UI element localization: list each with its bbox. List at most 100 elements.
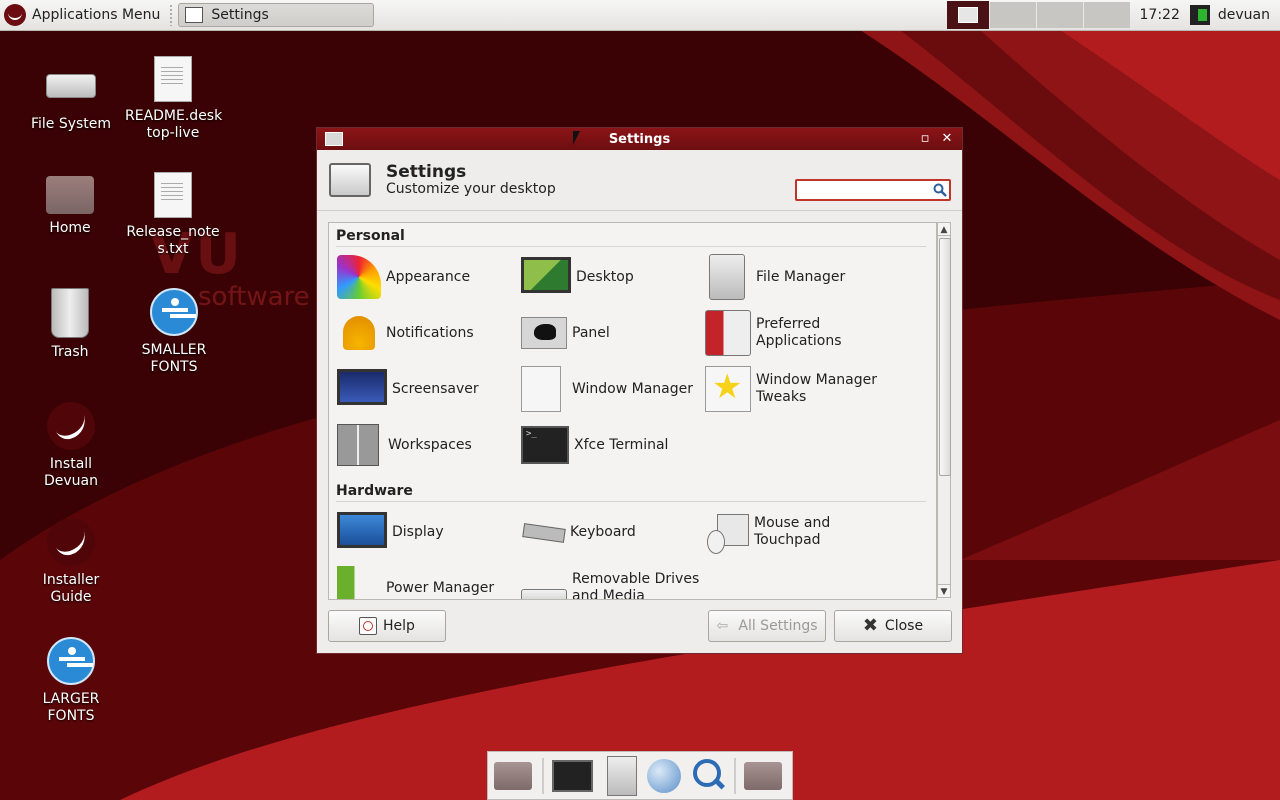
settings-item-label: Screensaver xyxy=(392,380,479,397)
document-icon xyxy=(154,172,192,218)
settings-item-label: Xfce Terminal xyxy=(574,436,669,453)
section-title-hardware: Hardware xyxy=(336,483,413,499)
search-field[interactable] xyxy=(795,179,951,201)
settings-window: Settings ▫ ✕ Settings Customize your des… xyxy=(316,127,963,654)
document-icon xyxy=(154,56,192,102)
desktop-icon-label: README.desk top-live xyxy=(125,108,223,141)
maximize-icon[interactable]: ▫ xyxy=(916,130,934,148)
keyboard-icon xyxy=(521,510,565,554)
workspace-1[interactable] xyxy=(988,2,1036,28)
dock-separator xyxy=(541,757,544,794)
header-title: Settings xyxy=(386,162,467,182)
settings-item-removable-drives[interactable]: Removable Drives and Media xyxy=(521,563,706,599)
desktop-icon-label: Trash xyxy=(51,344,89,360)
all-settings-button-label: All Settings xyxy=(738,618,818,634)
settings-list-scrollbar[interactable]: ▲ ▼ xyxy=(937,222,951,598)
settings-item-label: Panel xyxy=(572,324,610,341)
window-title: Settings xyxy=(608,131,671,147)
settings-manager-icon xyxy=(185,7,204,23)
scroll-down-arrow-icon[interactable]: ▼ xyxy=(937,584,951,598)
tray-settings-button[interactable] xyxy=(946,1,989,29)
preferred-applications-icon xyxy=(705,310,751,356)
accessibility-icon xyxy=(47,637,95,685)
panel-separator xyxy=(169,4,174,26)
search-icon[interactable] xyxy=(691,757,725,795)
settings-item-notifications[interactable]: Notifications xyxy=(337,308,522,358)
terminal-icon[interactable] xyxy=(551,759,594,792)
workspace-3[interactable] xyxy=(1082,2,1130,28)
scroll-up-arrow-icon[interactable]: ▲ xyxy=(937,222,951,236)
window-titlebar[interactable]: Settings ▫ ✕ xyxy=(317,128,962,150)
settings-manager-icon xyxy=(957,7,978,23)
close-icon[interactable]: ✕ xyxy=(938,130,956,148)
desktop-icon-label: Release_note s.txt xyxy=(126,224,220,257)
settings-item-xfce-terminal[interactable]: Xfce Terminal xyxy=(521,420,706,470)
top-panel: Applications Menu Settings 17:22 devuan xyxy=(0,0,1280,31)
section-divider xyxy=(336,246,926,247)
file-manager-icon xyxy=(709,254,745,300)
scrollbar-thumb[interactable] xyxy=(939,238,951,476)
clock[interactable]: 17:22 xyxy=(1130,7,1190,23)
desktop-icon-file-system[interactable]: File System xyxy=(23,60,119,133)
file-manager-icon[interactable] xyxy=(607,755,637,796)
web-browser-icon[interactable] xyxy=(647,758,681,793)
settings-item-label: Window Manager Tweaks xyxy=(756,372,878,405)
desktop-icon-home[interactable]: Home xyxy=(22,170,118,237)
settings-item-power-manager[interactable]: Power Manager xyxy=(337,563,522,599)
search-input[interactable] xyxy=(800,181,934,201)
window-manager-icon xyxy=(521,366,561,412)
terminal-icon xyxy=(521,426,569,464)
desktop-icon-install-devuan[interactable]: Install Devuan xyxy=(23,402,119,490)
workspace-2[interactable] xyxy=(1035,2,1083,28)
settings-item-panel[interactable]: Panel xyxy=(521,308,706,358)
desktop-icon-installer-guide[interactable]: Installer Guide xyxy=(23,518,119,606)
applications-menu-button[interactable]: Applications Menu xyxy=(0,0,166,30)
desktop-icon-readme[interactable]: README.desk top-live xyxy=(125,56,223,142)
desktop-icon-smaller-fonts[interactable]: SMALLER FONTS xyxy=(126,288,222,376)
mouse-icon xyxy=(705,510,749,554)
drive-icon xyxy=(46,74,96,98)
panel-icon xyxy=(521,317,567,349)
close-button[interactable]: ✖ Close xyxy=(834,610,952,642)
settings-item-display[interactable]: Display xyxy=(337,507,522,557)
folder-icon[interactable] xyxy=(744,761,782,790)
settings-item-workspaces[interactable]: Workspaces xyxy=(337,420,522,470)
settings-item-window-manager-tweaks[interactable]: Window Manager Tweaks xyxy=(705,364,890,414)
section-title-personal: Personal xyxy=(336,228,405,244)
header-subtitle: Customize your desktop xyxy=(386,181,556,197)
taskbar-button-settings[interactable]: Settings xyxy=(178,3,375,27)
desktop-icon-label: SMALLER FONTS xyxy=(141,342,207,375)
scrollbar-track[interactable] xyxy=(937,236,951,584)
settings-item-appearance[interactable]: Appearance xyxy=(337,252,522,302)
accessibility-icon xyxy=(150,288,198,336)
settings-list: Personal Appearance Desktop File Manager… xyxy=(328,222,937,600)
removable-drive-icon xyxy=(521,589,567,599)
settings-item-desktop[interactable]: Desktop xyxy=(521,252,706,302)
desktop-icon-trash[interactable]: Trash xyxy=(22,288,118,361)
desktop-icon-release-notes[interactable]: Release_note s.txt xyxy=(125,172,221,258)
settings-item-file-manager[interactable]: File Manager xyxy=(705,252,890,302)
settings-item-window-manager[interactable]: Window Manager xyxy=(521,364,706,414)
search-icon[interactable] xyxy=(933,183,947,197)
settings-item-screensaver[interactable]: Screensaver xyxy=(337,364,522,414)
settings-item-label: Preferred Applications xyxy=(756,316,842,349)
display-icon xyxy=(337,512,387,548)
settings-item-preferred-applications[interactable]: Preferred Applications xyxy=(705,308,890,358)
all-settings-button[interactable]: ⇦ All Settings xyxy=(708,610,826,642)
desktop-icon-larger-fonts[interactable]: LARGER FONTS xyxy=(23,637,119,725)
mouse-pointer-icon xyxy=(573,131,580,145)
settings-item-label: Display xyxy=(392,523,444,540)
user-switch-icon[interactable] xyxy=(1189,5,1210,25)
devuan-swirl-icon xyxy=(47,518,95,566)
home-folder-icon[interactable] xyxy=(494,761,532,790)
settings-item-keyboard[interactable]: Keyboard xyxy=(521,507,706,557)
settings-item-mouse-and-touchpad[interactable]: Mouse and Touchpad xyxy=(705,507,890,557)
desktop-icon-label: LARGER FONTS xyxy=(42,691,100,724)
settings-item-label: Mouse and Touchpad xyxy=(754,515,831,548)
home-folder-icon xyxy=(46,176,94,214)
desktop-icon xyxy=(521,257,571,293)
settings-item-label: Workspaces xyxy=(388,436,472,453)
help-button[interactable]: Help xyxy=(328,610,446,642)
close-icon: ✖ xyxy=(862,615,879,636)
user-name[interactable]: devuan xyxy=(1218,7,1280,23)
